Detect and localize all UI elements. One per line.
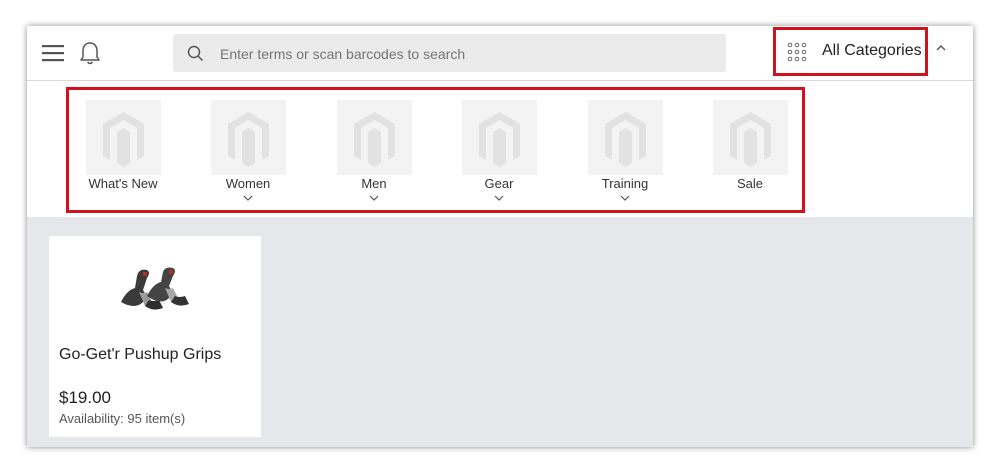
chevron-down-icon[interactable] [494,195,504,201]
availability-label: Availability: [59,411,124,426]
bell-icon[interactable] [78,40,102,66]
category-label: What's New [88,176,158,191]
chevron-down-icon[interactable] [620,195,630,201]
hamburger-menu-icon[interactable] [42,43,64,63]
all-categories-label: All Categories [822,42,922,59]
product-availability: Availability: 95 item(s) [59,411,185,426]
product-grid: Go-Get'r Pushup Grips $19.00 Availabilit… [27,217,973,447]
search-bar[interactable] [173,34,726,74]
product-image [121,267,189,310]
search-icon [187,45,204,62]
grid-dots-icon [787,42,807,62]
top-header: All Categories [27,26,973,81]
category-label: Gear [484,176,514,191]
category-women[interactable]: Women [198,100,298,201]
availability-value: 95 item(s) [127,411,186,426]
category-gear[interactable]: Gear [449,100,549,201]
category-highlight-box [66,87,805,213]
product-name[interactable]: Go-Get'r Pushup Grips [59,346,221,364]
magento-logo-icon [210,100,286,175]
product-card[interactable]: Go-Get'r Pushup Grips $19.00 Availabilit… [49,236,261,437]
category-label: Training [601,176,649,191]
magento-logo-icon [461,100,537,175]
magento-logo-icon [587,100,663,175]
category-training[interactable]: Training [575,100,675,201]
category-whats-new[interactable]: What's New [73,100,173,191]
category-label: Sale [736,176,764,191]
chevron-up-icon[interactable] [933,40,949,56]
magento-logo-icon [336,100,412,175]
product-price: $19.00 [59,388,111,407]
magento-logo-icon [85,100,161,175]
category-sale[interactable]: Sale [700,100,800,191]
category-label: Women [225,176,271,191]
category-men[interactable]: Men [324,100,424,201]
magento-logo-icon [712,100,788,175]
chevron-down-icon[interactable] [369,195,379,201]
all-categories-button[interactable]: All Categories [773,27,928,76]
app-frame: All Categories What's New Women [27,26,973,447]
category-label: Men [361,176,387,191]
category-bar: What's New Women Men Gear Training Sale [27,81,973,217]
chevron-down-icon[interactable] [243,195,253,201]
search-input[interactable] [218,34,712,74]
